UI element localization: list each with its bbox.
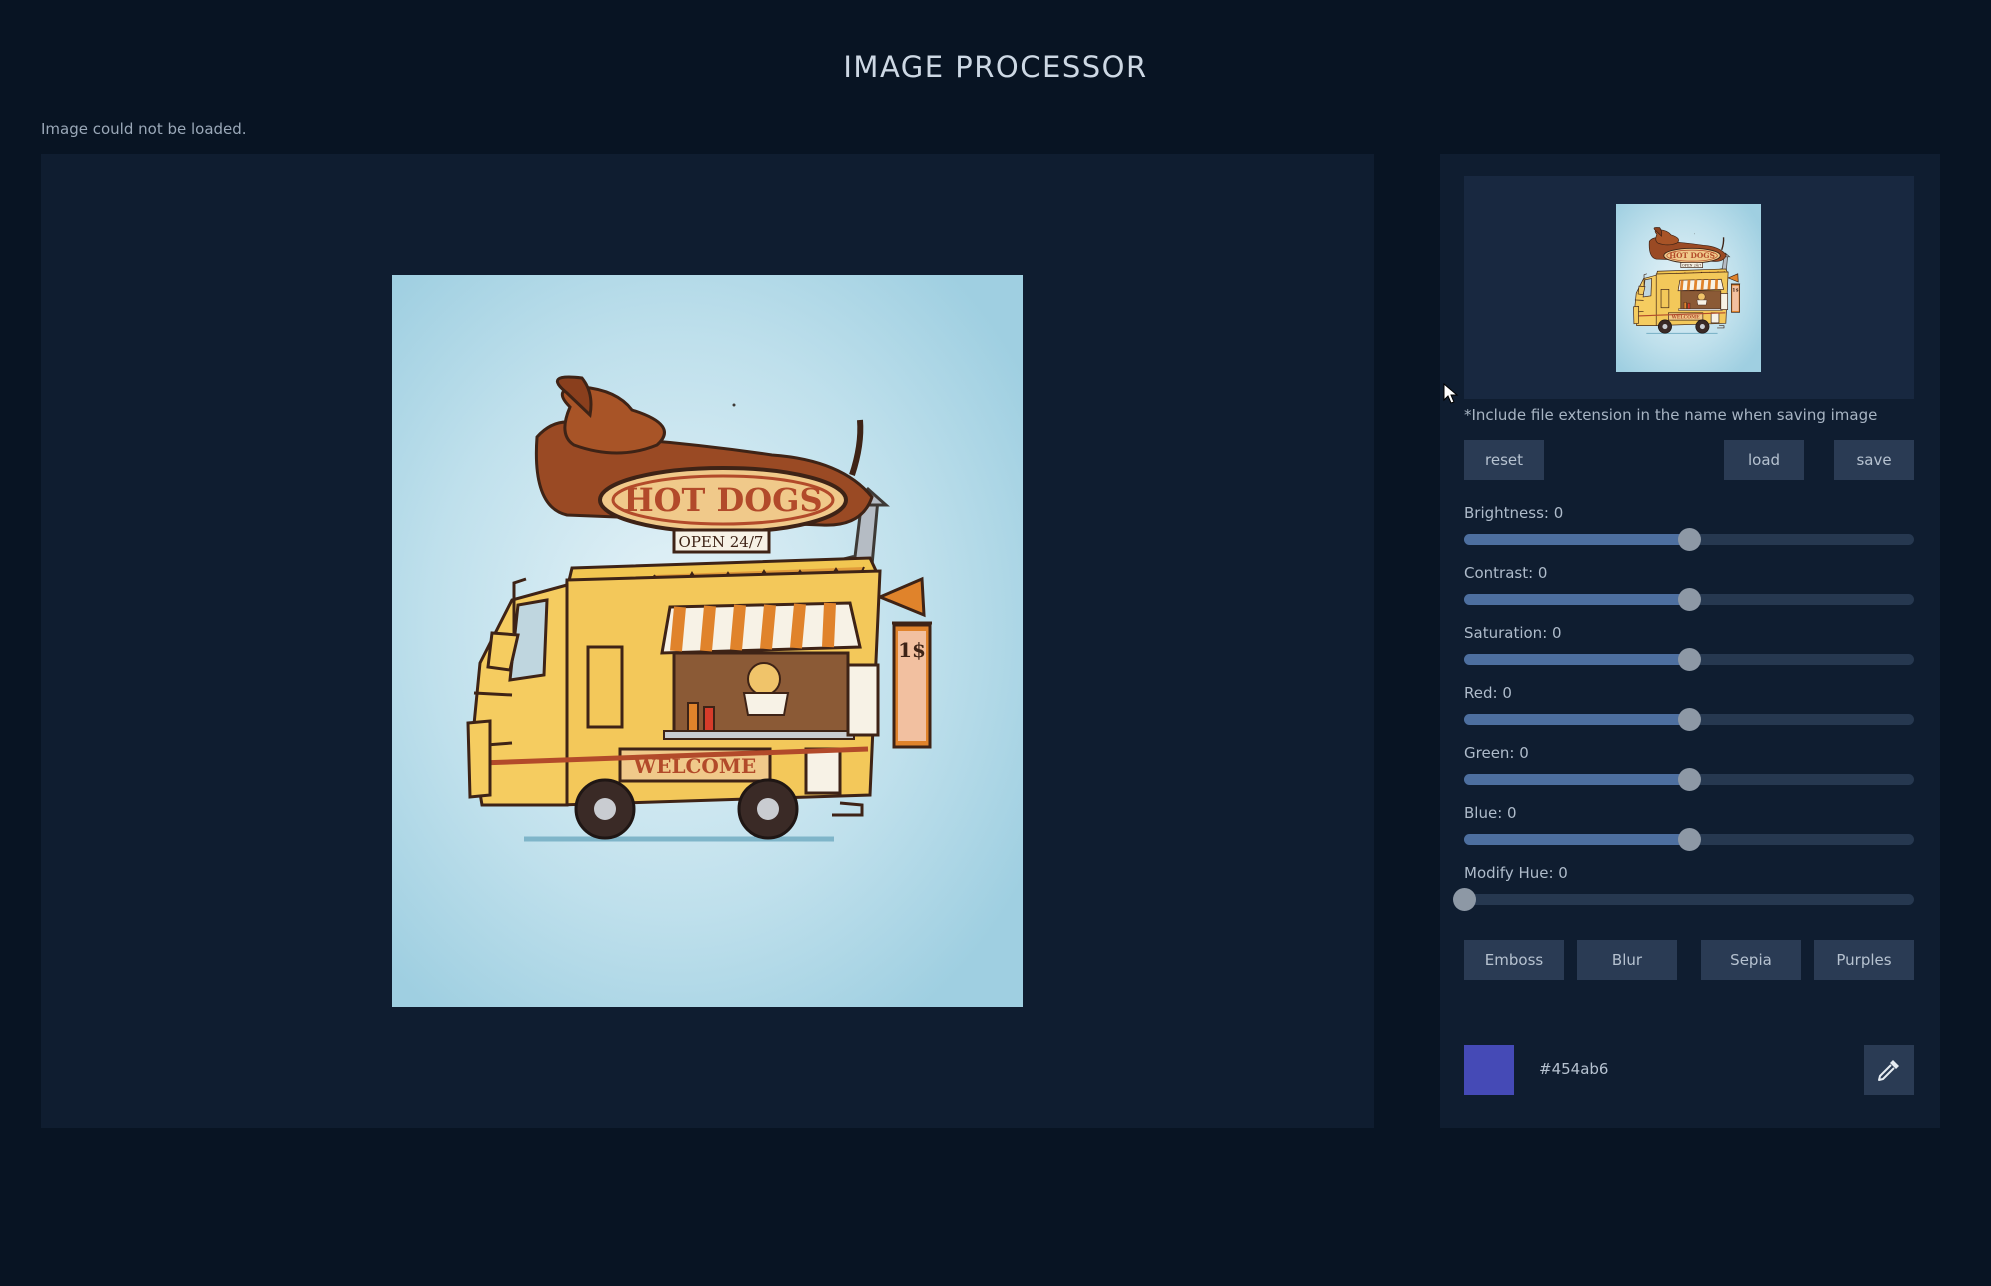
red-slider[interactable] bbox=[1464, 708, 1914, 731]
brightness-slider-handle[interactable] bbox=[1678, 528, 1701, 551]
brightness-slider[interactable] bbox=[1464, 528, 1914, 551]
contrast-slider[interactable] bbox=[1464, 588, 1914, 611]
saturation-label: Saturation: 0 bbox=[1464, 624, 1562, 642]
red-label: Red: 0 bbox=[1464, 684, 1512, 702]
blue-slider[interactable] bbox=[1464, 828, 1914, 851]
eyedropper-icon bbox=[1878, 1060, 1899, 1081]
saturation-slider-handle[interactable] bbox=[1678, 648, 1701, 671]
eyedropper-button[interactable] bbox=[1864, 1045, 1914, 1095]
contrast-slider-handle[interactable] bbox=[1678, 588, 1701, 611]
red-slider-handle[interactable] bbox=[1678, 708, 1701, 731]
save-hint: *Include file extension in the name when… bbox=[1464, 406, 1878, 424]
page-title: IMAGE PROCESSOR bbox=[843, 50, 1148, 84]
blur-button[interactable]: Blur bbox=[1577, 940, 1677, 980]
saturation-slider-fill bbox=[1464, 654, 1689, 665]
blue-label: Blue: 0 bbox=[1464, 804, 1517, 822]
purples-button[interactable]: Purples bbox=[1814, 940, 1914, 980]
blue-slider-fill bbox=[1464, 834, 1689, 845]
mouse-cursor-icon bbox=[1443, 383, 1459, 404]
emboss-button[interactable]: Emboss bbox=[1464, 940, 1564, 980]
brightness-slider-fill bbox=[1464, 534, 1689, 545]
green-slider-handle[interactable] bbox=[1678, 768, 1701, 791]
green-slider[interactable] bbox=[1464, 768, 1914, 791]
preview-thumbnail bbox=[1616, 204, 1761, 372]
blue-slider-handle[interactable] bbox=[1678, 828, 1701, 851]
saturation-slider[interactable] bbox=[1464, 648, 1914, 671]
main-image bbox=[392, 275, 1023, 1007]
load-button[interactable]: load bbox=[1724, 440, 1804, 480]
contrast-slider-fill bbox=[1464, 594, 1689, 605]
save-button[interactable]: save bbox=[1834, 440, 1914, 480]
status-message: Image could not be loaded. bbox=[41, 120, 247, 138]
red-slider-fill bbox=[1464, 714, 1689, 725]
hue-label: Modify Hue: 0 bbox=[1464, 864, 1568, 882]
color-swatch[interactable] bbox=[1464, 1045, 1514, 1095]
color-hex-value: #454ab6 bbox=[1539, 1060, 1609, 1078]
hue-slider[interactable] bbox=[1453, 888, 1914, 911]
brightness-label: Brightness: 0 bbox=[1464, 504, 1564, 522]
image-canvas[interactable] bbox=[41, 154, 1374, 1128]
reset-button[interactable]: reset bbox=[1464, 440, 1544, 480]
hue-slider-handle[interactable] bbox=[1453, 888, 1476, 911]
preview-box bbox=[1464, 176, 1914, 399]
control-panel: *Include file extension in the name when… bbox=[1440, 154, 1940, 1128]
sepia-button[interactable]: Sepia bbox=[1701, 940, 1801, 980]
contrast-label: Contrast: 0 bbox=[1464, 564, 1548, 582]
green-slider-fill bbox=[1464, 774, 1689, 785]
green-label: Green: 0 bbox=[1464, 744, 1529, 762]
